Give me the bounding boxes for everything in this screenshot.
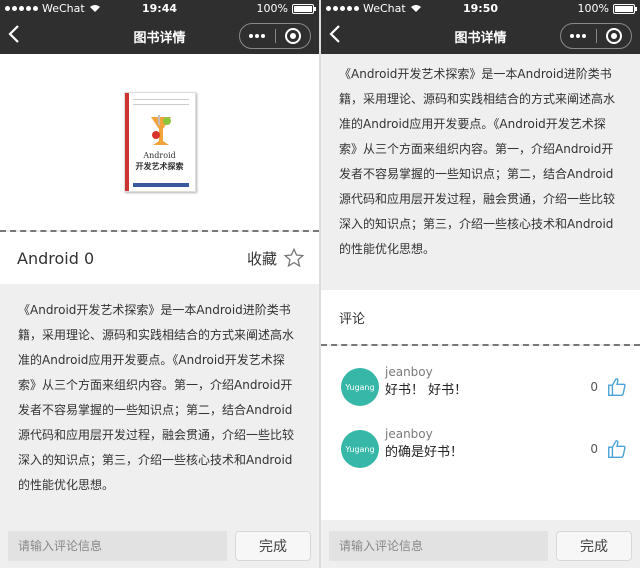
- like-count: 0: [590, 380, 598, 394]
- avatar: Yugang: [341, 430, 379, 468]
- more-dots-icon: [249, 34, 266, 38]
- comment-list: Yugang jeanboy 好书！ 好书！ 0 Yugang jeanboy …: [321, 346, 640, 520]
- comments-title: 评论: [339, 311, 366, 327]
- avatar: Yugang: [341, 368, 379, 406]
- battery-percent: 100%: [256, 2, 288, 15]
- comment-username: jeanboy: [385, 427, 433, 441]
- battery-icon: [613, 3, 637, 14]
- more-button[interactable]: [561, 24, 596, 48]
- like-button[interactable]: 0: [590, 438, 628, 460]
- screen-book-detail-comments: WeChat 19:50 100% 图书详情 《Android开发艺术探索》是一…: [321, 0, 640, 568]
- more-button[interactable]: [240, 24, 275, 48]
- close-button[interactable]: [597, 24, 632, 48]
- comment-input[interactable]: [8, 531, 227, 561]
- comments-header: 评论: [321, 290, 640, 344]
- submit-button[interactable]: 完成: [556, 531, 632, 561]
- like-count: 0: [590, 442, 598, 456]
- book-description: 《Android开发艺术探索》是一本Android进阶类书籍，采用理论、源码和实…: [18, 303, 295, 492]
- favorite-button[interactable]: 收藏: [247, 247, 305, 269]
- more-dots-icon: [570, 34, 587, 38]
- book-cover-area: Android 开发艺术探索: [0, 54, 319, 230]
- nav-bar: 图书详情: [321, 18, 640, 54]
- comment-item: Yugang jeanboy 的确是好书！ 0: [321, 426, 640, 488]
- like-button[interactable]: 0: [590, 376, 628, 398]
- cover-title-line1: Android: [143, 151, 176, 160]
- submit-button[interactable]: 完成: [235, 531, 311, 561]
- thumbs-up-icon: [608, 378, 626, 396]
- comment-text: 的确是好书！: [385, 445, 464, 460]
- comment-bar: 完成: [321, 524, 640, 568]
- cover-title-line2: 开发艺术探索: [135, 161, 184, 171]
- comment-bar: 完成: [0, 524, 319, 568]
- status-bar: WeChat 19:50 100%: [321, 0, 640, 18]
- comment-input[interactable]: [329, 531, 548, 561]
- nav-bar: 图书详情: [0, 18, 319, 54]
- cocktail-illustration: [150, 115, 171, 145]
- close-target-icon: [284, 28, 301, 44]
- comment-username: jeanboy: [385, 365, 433, 379]
- close-button[interactable]: [276, 24, 311, 48]
- star-outline-icon: [283, 247, 305, 268]
- status-bar: WeChat 19:44 100%: [0, 0, 319, 18]
- book-info-bar: Android 0 收藏: [0, 232, 319, 284]
- favorite-label: 收藏: [246, 249, 277, 268]
- thumbs-up-icon: [608, 440, 626, 458]
- screen-book-detail: WeChat 19:44 100% 图书详情 Android 开发艺术探索 An…: [0, 0, 319, 568]
- book-name: Android 0: [17, 248, 95, 268]
- comment-item: Yugang jeanboy 好书！ 好书！ 0: [321, 364, 640, 426]
- book-description: 《Android开发艺术探索》是一本Android进阶类书籍，采用理论、源码和实…: [321, 54, 640, 290]
- battery-percent: 100%: [577, 2, 609, 15]
- close-target-icon: [605, 28, 622, 44]
- mini-program-capsule: [239, 23, 311, 49]
- comment-text: 好书！ 好书！: [385, 383, 468, 398]
- battery-icon: [292, 3, 316, 14]
- book-cover-image: Android 开发艺术探索: [123, 92, 196, 192]
- mini-program-capsule: [560, 23, 632, 49]
